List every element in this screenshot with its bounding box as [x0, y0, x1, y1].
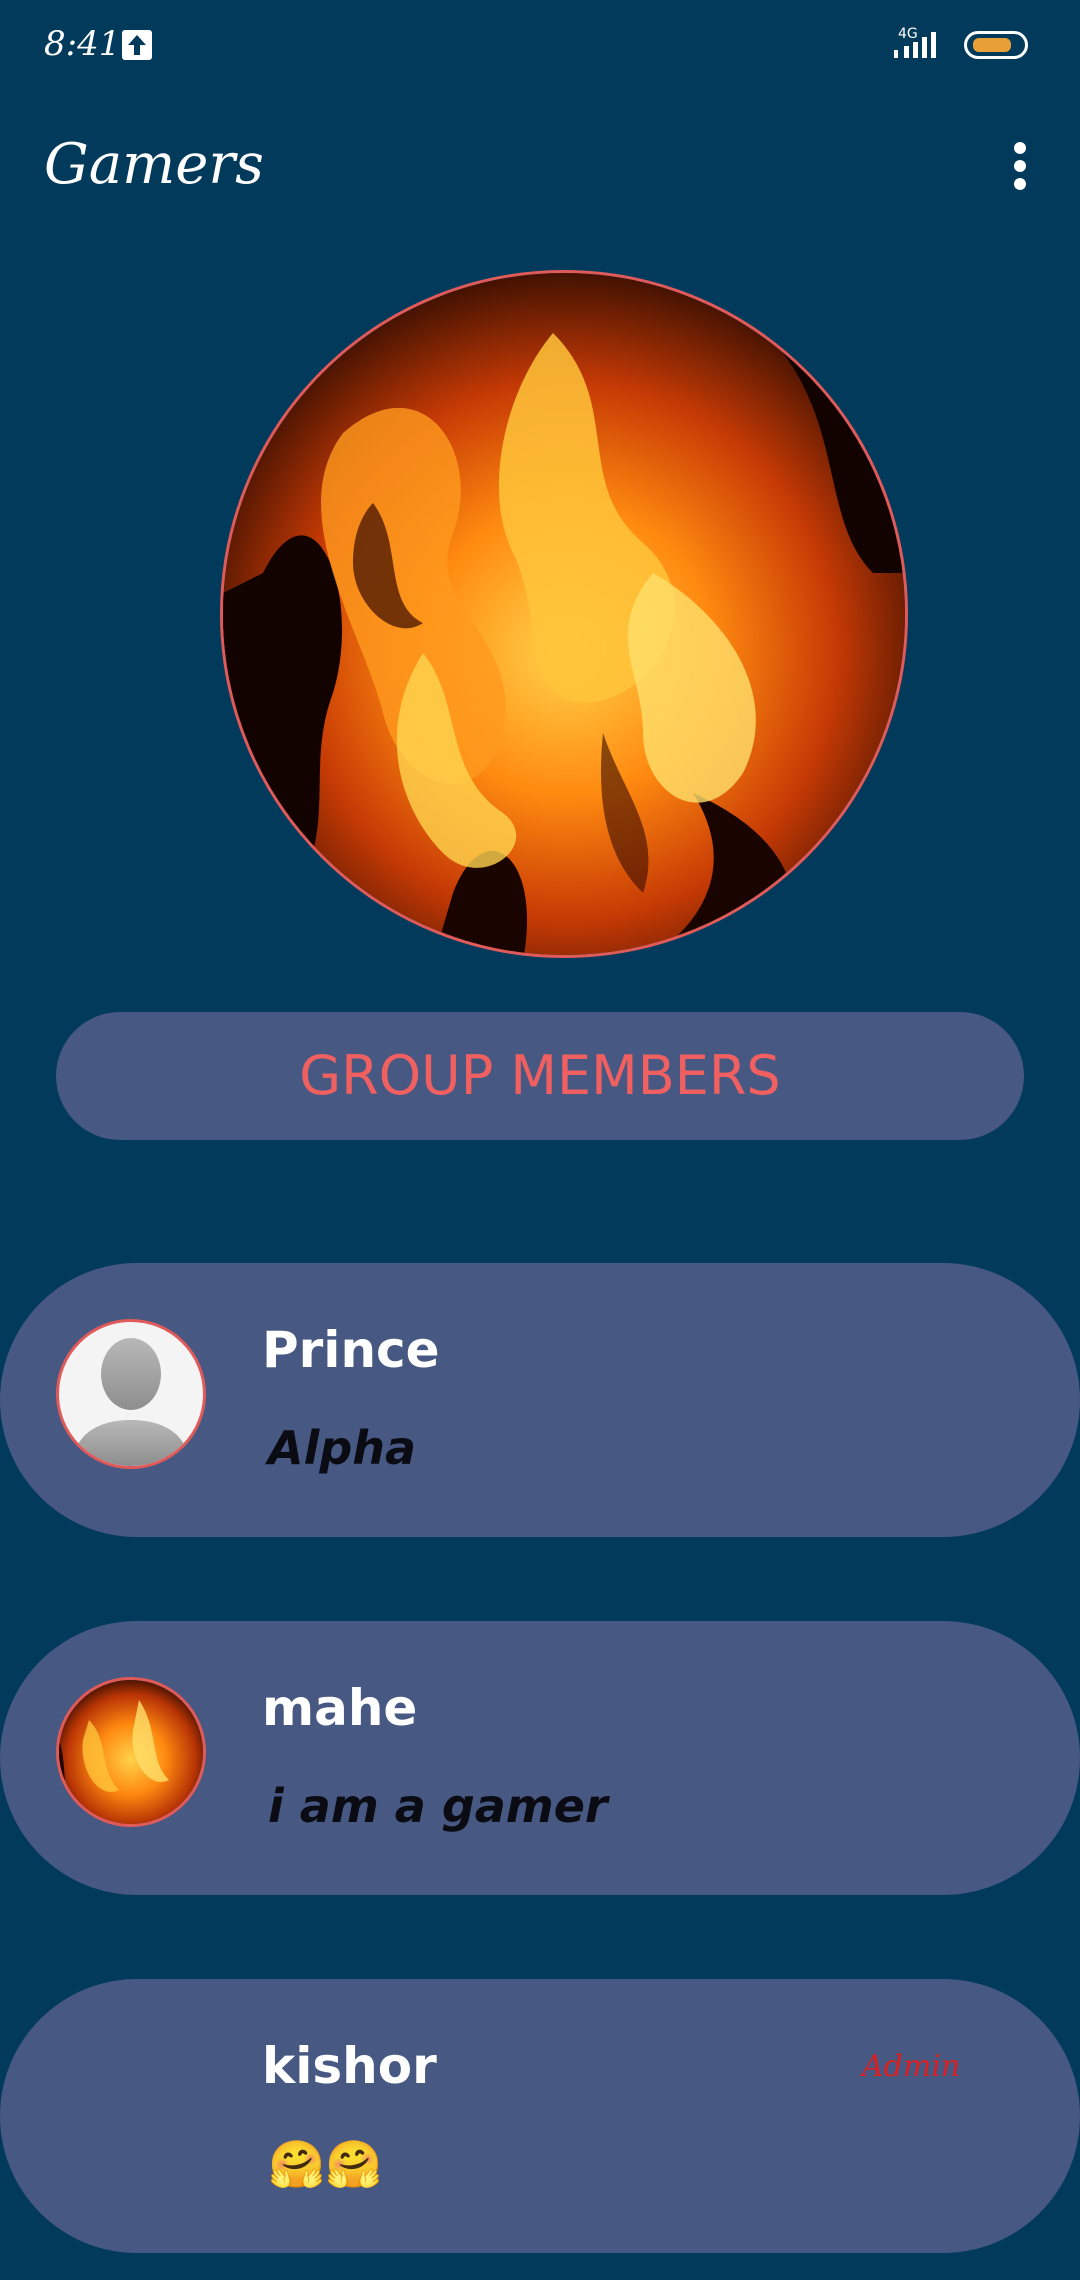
- battery-icon: [964, 31, 1028, 59]
- signal-icon: [894, 32, 936, 58]
- more-vert-icon[interactable]: [1008, 140, 1032, 192]
- member-status: i am a gamer: [268, 1779, 608, 1833]
- member-card-prince[interactable]: Prince Alpha: [0, 1263, 1080, 1537]
- member-status: Alpha: [268, 1421, 417, 1475]
- status-bar: 8:41 4G: [0, 0, 1080, 96]
- default-person-avatar: [56, 1319, 206, 1469]
- fire-image: [223, 273, 905, 955]
- group-photo[interactable]: [220, 270, 908, 958]
- upload-notification-icon: [122, 30, 152, 60]
- member-name: mahe: [262, 1679, 418, 1737]
- member-card-mahe[interactable]: mahe i am a gamer: [0, 1621, 1080, 1895]
- member-name: Prince: [262, 1321, 440, 1379]
- member-status: 🤗🤗: [268, 2137, 383, 2191]
- admin-badge: Admin: [862, 2049, 961, 2084]
- member-name: kishor: [262, 2037, 437, 2095]
- group-title: Gamers: [44, 132, 264, 197]
- member-card-kishor[interactable]: kishor Admin 🤗🤗: [0, 1979, 1080, 2253]
- fire-avatar: [56, 1677, 206, 1827]
- group-members-label: GROUP MEMBERS: [299, 1044, 781, 1107]
- status-time: 8:41: [44, 24, 121, 64]
- group-members-button[interactable]: GROUP MEMBERS: [56, 1012, 1024, 1140]
